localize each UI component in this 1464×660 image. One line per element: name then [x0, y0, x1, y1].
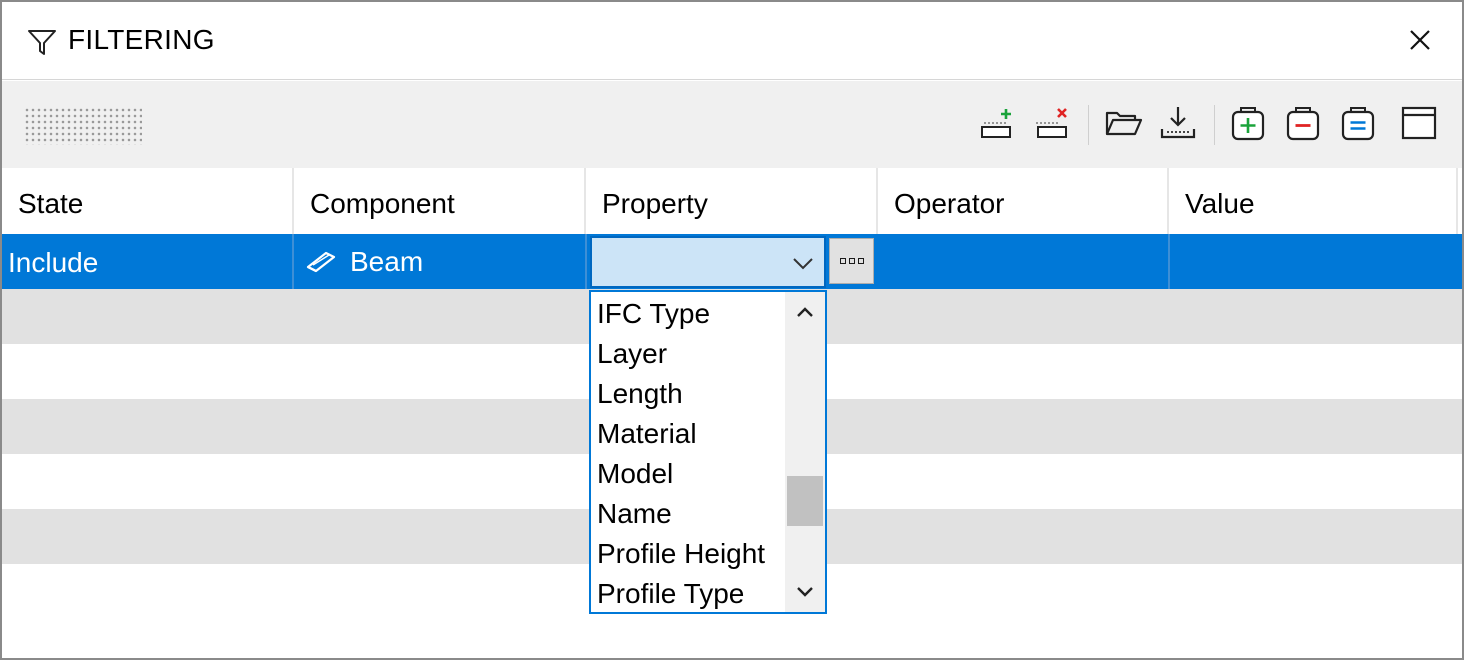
- import-button[interactable]: [1158, 103, 1198, 143]
- add-row-icon: [981, 109, 1011, 138]
- filtering-window: FILTERING State Component Property Opera…: [0, 0, 1464, 660]
- toolbar-separator: [1088, 105, 1089, 145]
- toolbar-separator: [1214, 105, 1215, 145]
- add-group-button[interactable]: [1228, 103, 1268, 143]
- beam-icon: [306, 251, 336, 272]
- component-cell[interactable]: Beam: [294, 234, 587, 289]
- dropdown-item-name[interactable]: Name: [597, 494, 672, 534]
- grid-header: State Component Property Operator Value: [2, 168, 1462, 234]
- add-group-icon: [1231, 107, 1265, 141]
- toolbar-grip[interactable]: [24, 107, 142, 145]
- value-cell[interactable]: [1170, 234, 1458, 289]
- remove-row-icon: [1036, 108, 1067, 138]
- window-icon: [1401, 106, 1437, 140]
- remove-group-button[interactable]: [1283, 103, 1323, 143]
- state-cell[interactable]: Include: [6, 234, 294, 289]
- chevron-up-icon: [797, 307, 813, 317]
- group-options-button[interactable]: [1338, 103, 1378, 143]
- column-header-operator[interactable]: Operator: [878, 168, 1169, 234]
- window-button[interactable]: [1399, 103, 1439, 143]
- scroll-down-button[interactable]: [785, 572, 825, 612]
- component-label: Beam: [350, 245, 424, 277]
- operator-cell[interactable]: [878, 234, 1170, 289]
- toolbar: [2, 81, 1462, 168]
- column-header-value[interactable]: Value: [1169, 168, 1458, 234]
- dropdown-item-length[interactable]: Length: [597, 374, 683, 414]
- dropdown-item-profile-height[interactable]: Profile Height: [597, 534, 765, 574]
- open-folder-icon: [1105, 111, 1143, 136]
- ellipsis-icon: [839, 258, 864, 264]
- column-header-component[interactable]: Component: [294, 168, 586, 234]
- column-header-state[interactable]: State: [2, 168, 294, 234]
- property-ellipsis-button[interactable]: [829, 238, 874, 284]
- title-bar: FILTERING: [2, 2, 1462, 80]
- dropdown-item-ifc-type[interactable]: IFC Type: [597, 294, 710, 334]
- remove-group-icon: [1286, 107, 1320, 141]
- close-button[interactable]: [1400, 20, 1440, 60]
- scroll-thumb[interactable]: [787, 476, 823, 526]
- dropdown-item-layer[interactable]: Layer: [597, 334, 667, 374]
- chevron-down-icon: [797, 587, 813, 597]
- close-icon: [1410, 30, 1430, 50]
- dropdown-item-profile-type[interactable]: Profile Type: [597, 574, 744, 614]
- group-options-icon: [1341, 107, 1375, 141]
- window-title: FILTERING: [68, 24, 215, 55]
- filter-icon: [28, 30, 56, 55]
- remove-row-button[interactable]: [1032, 103, 1072, 143]
- open-button[interactable]: [1104, 103, 1144, 143]
- property-dropdown-list: IFC Type Layer Length Material Model Nam…: [589, 290, 827, 614]
- chevron-down-icon: [793, 258, 813, 270]
- dropdown-item-model[interactable]: Model: [597, 454, 673, 494]
- property-combobox[interactable]: [590, 236, 826, 288]
- dropdown-scrollbar[interactable]: [785, 292, 825, 612]
- import-icon: [1160, 107, 1196, 139]
- scroll-up-button[interactable]: [785, 292, 825, 332]
- dropdown-item-material[interactable]: Material: [597, 414, 697, 454]
- add-row-button[interactable]: [976, 103, 1016, 143]
- column-header-property[interactable]: Property: [586, 168, 878, 234]
